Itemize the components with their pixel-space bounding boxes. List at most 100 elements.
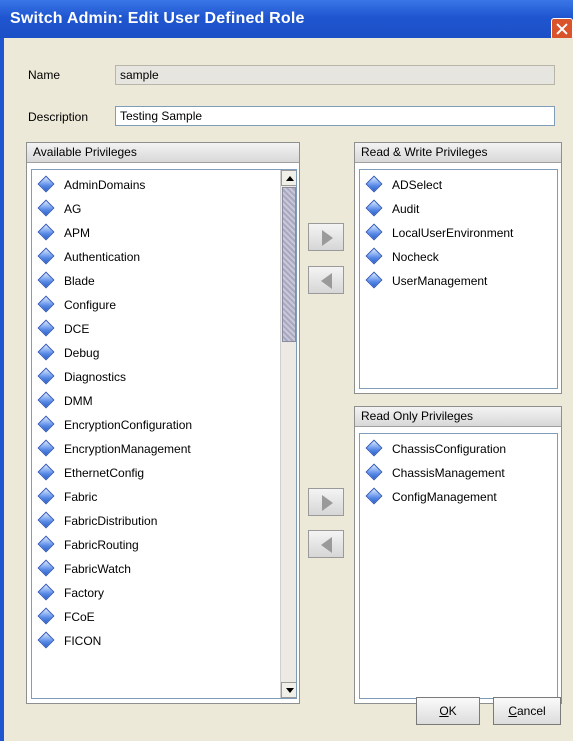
available-privileges-title: Available Privileges bbox=[27, 143, 299, 163]
read-only-privileges-list[interactable]: ChassisConfiguration ChassisManagement Con… bbox=[359, 433, 558, 699]
remove-read-write-button[interactable] bbox=[308, 266, 344, 294]
list-item[interactable]: Diagnostics bbox=[32, 366, 296, 390]
list-item[interactable]: FabricWatch bbox=[32, 558, 296, 582]
list-item[interactable]: UserManagement bbox=[360, 270, 557, 294]
list-item-label: FabricRouting bbox=[64, 538, 139, 552]
list-item[interactable]: Fabric bbox=[32, 486, 296, 510]
cancel-mnemonic: C bbox=[508, 704, 517, 718]
list-item-label: AG bbox=[64, 202, 82, 216]
list-item-label: EncryptionConfiguration bbox=[64, 418, 193, 432]
diamond-privilege-icon bbox=[37, 439, 55, 457]
list-item-label: ChassisConfiguration bbox=[392, 442, 507, 456]
list-item[interactable]: Configure bbox=[32, 294, 296, 318]
diamond-privilege-icon bbox=[37, 367, 55, 385]
cancel-button[interactable]: Cancel bbox=[493, 697, 561, 725]
window-title: Switch Admin: Edit User Defined Role bbox=[10, 10, 305, 27]
list-item-label: Fabric bbox=[64, 490, 98, 504]
list-item[interactable]: LocalUserEnvironment bbox=[360, 222, 557, 246]
list-item[interactable]: AG bbox=[32, 198, 296, 222]
list-item[interactable]: AdminDomains bbox=[32, 174, 296, 198]
list-item-label: ADSelect bbox=[392, 178, 443, 192]
list-item[interactable]: EthernetConfig bbox=[32, 462, 296, 486]
available-privileges-list[interactable]: AdminDomains AG APM Authentication Blade Conf… bbox=[31, 169, 297, 699]
list-item[interactable]: ChassisConfiguration bbox=[360, 438, 557, 462]
list-item[interactable]: FICON bbox=[32, 630, 296, 654]
diamond-privilege-icon bbox=[37, 391, 55, 409]
list-item[interactable]: EncryptionConfiguration bbox=[32, 414, 296, 438]
list-item-label: Diagnostics bbox=[64, 370, 127, 384]
list-item-label: DMM bbox=[64, 394, 93, 408]
list-item-label: UserManagement bbox=[392, 274, 488, 288]
diamond-privilege-icon bbox=[37, 223, 55, 241]
list-item-label: Nocheck bbox=[392, 250, 439, 264]
list-item-label: Configure bbox=[64, 298, 117, 312]
read-only-privileges-title: Read Only Privileges bbox=[355, 407, 561, 427]
remove-read-only-button[interactable] bbox=[308, 530, 344, 558]
diamond-privilege-icon bbox=[365, 271, 383, 289]
list-item-label: ConfigManagement bbox=[392, 490, 497, 504]
diamond-privilege-icon bbox=[37, 319, 55, 337]
list-item[interactable]: ADSelect bbox=[360, 174, 557, 198]
diamond-privilege-icon bbox=[37, 583, 55, 601]
list-item[interactable]: DMM bbox=[32, 390, 296, 414]
ok-mnemonic: O bbox=[439, 704, 449, 718]
name-field: sample bbox=[115, 65, 555, 85]
add-read-write-button[interactable] bbox=[308, 223, 344, 251]
cancel-label: ancel bbox=[516, 704, 546, 718]
diamond-privilege-icon bbox=[37, 463, 55, 481]
list-item[interactable]: Nocheck bbox=[360, 246, 557, 270]
list-item-label: Audit bbox=[392, 202, 420, 216]
read-only-privileges-panel: Read Only Privileges ChassisConfiguratio… bbox=[354, 406, 562, 704]
list-item[interactable]: EncryptionManagement bbox=[32, 438, 296, 462]
read-write-privileges-list[interactable]: ADSelect Audit LocalUserEnvironment Nocheck… bbox=[359, 169, 558, 389]
description-field[interactable]: Testing Sample bbox=[115, 106, 555, 126]
list-item[interactable]: FCoE bbox=[32, 606, 296, 630]
available-privileges-panel: Available Privileges AdminDomains AG APM Au… bbox=[26, 142, 300, 704]
scroll-thumb[interactable] bbox=[282, 187, 296, 342]
list-item-label: EncryptionManagement bbox=[64, 442, 191, 456]
diamond-privilege-icon bbox=[365, 199, 383, 217]
list-item[interactable]: DCE bbox=[32, 318, 296, 342]
diamond-privilege-icon bbox=[37, 415, 55, 433]
diamond-privilege-icon bbox=[365, 175, 383, 193]
list-item-label: DCE bbox=[64, 322, 90, 336]
list-item[interactable]: FabricDistribution bbox=[32, 510, 296, 534]
diamond-privilege-icon bbox=[37, 175, 55, 193]
list-item[interactable]: Blade bbox=[32, 270, 296, 294]
dialog-window: Switch Admin: Edit User Defined Role Nam… bbox=[0, 0, 573, 741]
list-item[interactable]: Factory bbox=[32, 582, 296, 606]
ok-button[interactable]: OK bbox=[416, 697, 480, 725]
description-label: Description bbox=[28, 110, 89, 124]
available-scrollbar[interactable] bbox=[280, 170, 296, 698]
diamond-privilege-icon bbox=[37, 487, 55, 505]
list-item-label: Factory bbox=[64, 586, 105, 600]
list-item-label: FabricWatch bbox=[64, 562, 131, 576]
diamond-privilege-icon bbox=[37, 247, 55, 265]
list-item[interactable]: APM bbox=[32, 222, 296, 246]
list-item[interactable]: Debug bbox=[32, 342, 296, 366]
diamond-privilege-icon bbox=[37, 295, 55, 313]
scroll-up-button[interactable] bbox=[281, 170, 296, 186]
list-item-label: FCoE bbox=[64, 610, 95, 624]
read-write-privileges-title: Read & Write Privileges bbox=[355, 143, 561, 163]
title-bar[interactable]: Switch Admin: Edit User Defined Role bbox=[0, 0, 573, 40]
ok-label: K bbox=[448, 704, 457, 718]
list-item[interactable]: FabricRouting bbox=[32, 534, 296, 558]
diamond-privilege-icon bbox=[365, 223, 383, 241]
add-read-only-button[interactable] bbox=[308, 488, 344, 516]
diamond-privilege-icon bbox=[37, 607, 55, 625]
diamond-privilege-icon bbox=[37, 559, 55, 577]
diamond-privilege-icon bbox=[365, 487, 383, 505]
list-item[interactable]: ChassisManagement bbox=[360, 462, 557, 486]
list-item[interactable]: Audit bbox=[360, 198, 557, 222]
list-item[interactable]: Authentication bbox=[32, 246, 296, 270]
diamond-privilege-icon bbox=[37, 511, 55, 529]
close-icon[interactable] bbox=[551, 18, 573, 40]
diamond-privilege-icon bbox=[37, 271, 55, 289]
list-item-label: FICON bbox=[64, 634, 102, 648]
diamond-privilege-icon bbox=[365, 247, 383, 265]
list-item-label: LocalUserEnvironment bbox=[392, 226, 514, 240]
scroll-down-button[interactable] bbox=[281, 682, 296, 698]
list-item[interactable]: ConfigManagement bbox=[360, 486, 557, 510]
list-item-label: Debug bbox=[64, 346, 100, 360]
